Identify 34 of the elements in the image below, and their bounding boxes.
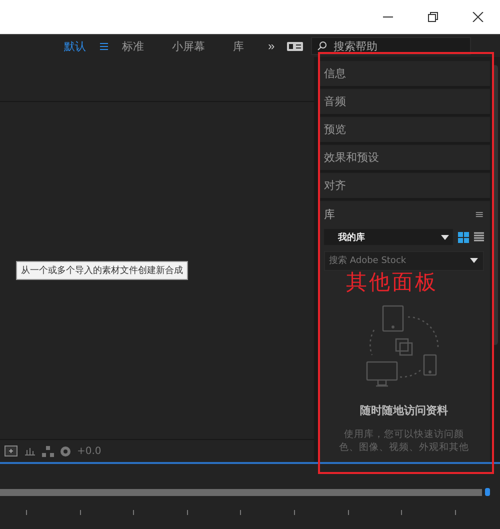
panel-title: 库 (324, 206, 335, 222)
workspace-tab[interactable]: 库 (219, 38, 258, 54)
snapshot-icon[interactable] (4, 445, 18, 457)
exposure-value[interactable]: +0.0 (77, 446, 102, 456)
aperture-icon[interactable] (60, 446, 71, 456)
caret-icon[interactable] (470, 258, 478, 263)
more-button[interactable]: » (268, 39, 275, 53)
workspace-tab[interactable]: 标准 (108, 38, 158, 54)
maximize-icon (426, 12, 438, 22)
menu-icon[interactable] (100, 42, 108, 50)
timeline-scrollbar[interactable] (0, 488, 482, 496)
caret-icon (441, 234, 449, 240)
grid-view-icon[interactable] (458, 232, 469, 242)
panel-icon[interactable] (286, 42, 303, 50)
panel-header[interactable]: 信息 (318, 61, 490, 88)
panel-header[interactable]: 预览 (318, 117, 490, 144)
annotation-label: 其他面板 (346, 270, 438, 294)
panel-menu[interactable]: ≡ (474, 208, 484, 220)
hierarchy-icon[interactable] (42, 446, 54, 456)
tooltip: 从一个或多个导入的素材文件创建新合成 (16, 261, 188, 280)
list-view-icon[interactable] (474, 232, 484, 242)
close-icon (472, 12, 484, 22)
stock-search-field[interactable]: 搜索 Adobe Stock (324, 251, 484, 271)
workspace-tab[interactable]: 小屏幕 (158, 38, 219, 54)
panel-header[interactable]: 效果和预设 (318, 145, 490, 172)
search-icon (316, 41, 327, 51)
panel-header[interactable]: 对齐 (318, 173, 490, 200)
chart-icon[interactable] (24, 446, 36, 456)
panel-header[interactable]: 音频 (318, 89, 490, 116)
library-description: 使用库，您可以快速访问颜色、图像、视频、外观和其他 (339, 428, 469, 455)
workspace-tab[interactable]: 默认 (50, 38, 100, 54)
library-dropdown[interactable]: 我的库 (324, 229, 453, 245)
library-heading: 随时随地访问资料 (359, 403, 449, 418)
scroll-handle[interactable] (485, 488, 490, 496)
